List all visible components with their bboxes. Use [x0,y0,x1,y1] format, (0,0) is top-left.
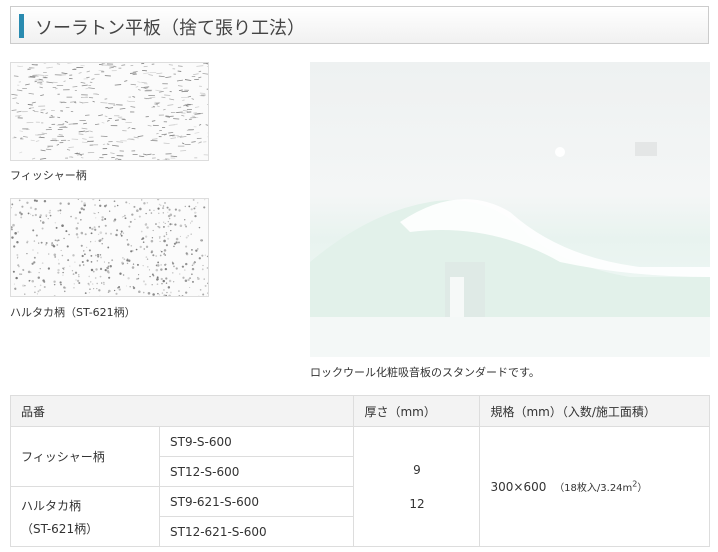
fissure-pattern-image [10,62,209,161]
pattern-caption: ハルタカ柄（ST-621柄） [10,306,136,319]
pattern-name-text: ハルタカ柄 [21,498,82,513]
col-header-thickness: 厚さ（mm） [353,395,481,427]
product-code: ST12-S-600 [158,456,355,487]
pattern-caption: フィッシャー柄 [10,169,87,182]
spec-table: 品番 厚さ（mm） 規格（mm）（入数/施工面積） フィッシャー柄 ST9-S-… [9,395,710,547]
thickness-value: 9 [413,462,421,477]
thickness-cell: 9 12 [353,426,481,547]
col-header-size: 規格（mm）（入数/施工面積） [479,395,710,427]
table-header-row: 品番 厚さ（mm） 規格（mm）（入数/施工面積） [9,395,710,427]
size-note: （18枚入/3.24m2） [554,480,648,494]
size-note-text: （18枚入/3.24m [554,483,633,494]
product-code: ST9-S-600 [158,426,355,457]
harutaka-pattern-image [10,198,209,297]
thickness-value: 12 [409,496,425,511]
product-code: ST12-621-S-600 [158,516,355,547]
size-value: 300×600 [490,480,547,494]
ceiling-photo [310,62,710,357]
size-note-end: ） [637,483,648,494]
accent-bar [19,14,24,38]
table-row: フィッシャー柄 ST9-S-600 9 12 300×600 （18枚入/3.2… [10,426,710,547]
pattern-name: ハルタカ柄 （ST-621柄） [10,486,160,547]
pattern-name: フィッシャー柄 [10,426,160,487]
size-cell: 300×600 （18枚入/3.24m2） [479,426,710,547]
pattern-name-sub: （ST-621柄） [21,521,99,536]
section-header: ソーラトン平板（捨て張り工法） [10,6,709,44]
photo-caption: ロックウール化粧吸音板のスタンダードです。 [310,366,540,379]
col-header-product: 品番 [9,395,355,427]
product-code: ST9-621-S-600 [158,486,355,517]
page-title: ソーラトン平板（捨て張り工法） [35,18,305,39]
